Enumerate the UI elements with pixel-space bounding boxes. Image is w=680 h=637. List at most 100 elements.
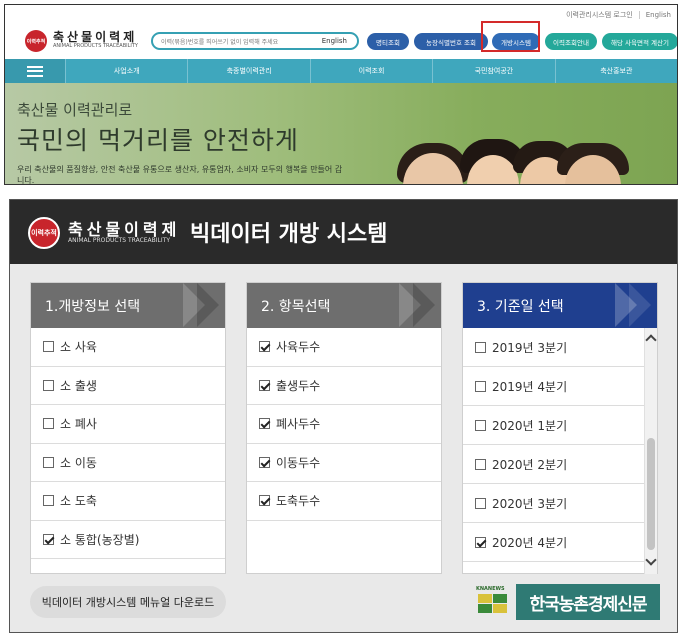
quick-button-1[interactable]: 명티조회 [367,33,409,50]
search-placeholder: 이력(묶음)번호를 띄어쓰기 없이 입력해 주세요 [161,38,279,46]
area-calculator-button[interactable]: 해당 사육면적 계산기 [602,33,677,50]
checkbox-option[interactable]: 2020년 3분기 [463,484,645,523]
checkbox-option[interactable]: 2019년 4분기 [463,367,645,406]
hero-description: 우리 축산물의 품질향상, 안전 축산물 유통으로 생산자, 유통업자, 소비자… [17,165,343,185]
logo-badge-text: 이력추적 [26,38,46,45]
checkbox-checked[interactable] [43,533,54,545]
scrollbar-thumb[interactable] [647,438,655,550]
panel-header: 1.개방정보 선택 [31,283,225,328]
checkbox-unchecked[interactable] [475,380,486,392]
divider [638,11,640,19]
checkbox-label: 2019년 4분기 [492,379,568,394]
highlight-box [481,21,540,52]
panel-title: 2. 항목선택 [261,298,331,315]
checkbox-label: 2019년 3분기 [492,340,568,355]
panel-date-select: 3. 기준일 선택 2019년 3분기 2019년 4분기 2020년 1분기 202… [462,282,658,574]
checkbox-unchecked[interactable] [43,341,54,353]
panel-title: 3. 기준일 선택 [477,298,564,315]
site-header: 이력추적 축산물이력제 ANIMAL PRODUCTS TRACEABILITY… [5,23,677,59]
checkbox-checked[interactable] [259,456,270,468]
checkbox-unchecked[interactable] [475,458,486,470]
checkbox-unchecked[interactable] [43,379,54,391]
checkbox-option[interactable]: 폐사두수 [247,405,441,444]
checkbox-option[interactable]: 2019년 3분기 [463,328,645,367]
farm-id-lookup-button[interactable]: 농장식별번호 조회 [414,33,488,50]
checkbox-unchecked[interactable] [475,419,486,431]
manual-download-button[interactable]: 빅데이터 개방시스템 메뉴얼 다운로드 [30,586,226,618]
checkbox-option[interactable]: 도축두수 [247,482,441,521]
utility-links: 이력관리시스템 로그인 English [566,10,671,20]
checkbox-option[interactable]: 소 폐사 [31,405,225,444]
panel-title: 1.개방정보 선택 [45,298,141,315]
chevron-right-icon [197,283,219,327]
nav-item-about[interactable]: 사업소개 [65,59,187,83]
checkbox-option[interactable]: 소 통합(농장별) [31,521,225,559]
checkbox-unchecked[interactable] [43,456,54,468]
main-site-screenshot: 이력관리시스템 로그인 English 이력추적 축산물이력제 ANIMAL P… [4,4,678,185]
search-language-toggle[interactable]: English [322,37,347,45]
nav-item-participation[interactable]: 국민참여공간 [432,59,554,83]
chevron-up-icon[interactable] [645,334,657,346]
checkbox-option[interactable]: 사육두수 [247,328,441,367]
hero-heading: 국민의 먹거리를 안전하게 [17,126,299,155]
hero-heading-small: 축산물 이력관리로 [17,101,133,119]
checkbox-option[interactable]: 소 도축 [31,482,225,521]
option-list[interactable]: 2019년 3분기 2019년 4분기 2020년 1분기 2020년 2분기 2020… [463,328,645,574]
chevron-right-icon [413,283,435,327]
login-link[interactable]: 이력관리시스템 로그인 [566,10,633,20]
checkbox-option[interactable]: 소 사육 [31,328,225,367]
nav-item-species[interactable]: 축종별이력관리 [187,59,309,83]
watermark-sub: KNANEWS [476,586,505,592]
checkbox-checked[interactable] [259,341,270,353]
logo-badge-text: 이력추적 [31,229,57,237]
checkbox-option[interactable]: 이동두수 [247,444,441,482]
logo-badge[interactable]: 이력추적 [28,217,60,249]
checkbox-label: 소 사육 [60,340,97,355]
checkbox-label: 도축두수 [276,494,321,509]
option-list: 소 사육소 출생소 폐사 소 이동소 도축소 통합(농장별) [31,328,225,559]
logo-subtitle: ANIMAL PRODUCTS TRACEABILITY [68,237,170,244]
checkbox-label: 소 출생 [60,378,97,393]
checkbox-checked[interactable] [475,536,486,548]
checkbox-label: 출생두수 [276,378,321,393]
option-list: 사육두수출생두수폐사두수이동두수도축두수 [247,328,441,521]
checkbox-option[interactable]: 소 출생 [31,367,225,405]
checkbox-unchecked[interactable] [43,495,54,507]
english-link[interactable]: English [646,11,671,19]
nav-item-promotion[interactable]: 축산홍보관 [554,59,677,83]
checkbox-option[interactable]: 소 이동 [31,444,225,482]
checkbox-label: 소 통합(농장별) [60,532,140,547]
checkbox-label: 사육두수 [276,340,321,355]
trace-guide-button[interactable]: 이력조회안내 [545,33,597,50]
checkbox-unchecked[interactable] [43,418,54,430]
search-input[interactable]: 이력(묶음)번호를 띄어쓰기 없이 입력해 주세요 English [151,32,359,50]
checkbox-label: 이동두수 [276,455,321,470]
panel-header: 2. 항목선택 [247,283,441,328]
checkbox-checked[interactable] [259,418,270,430]
nav-item-trace[interactable]: 이력조회 [309,59,432,83]
panel-open-info: 1.개방정보 선택 소 사육소 출생소 폐사 소 이동소 도축소 통합(농장별) [30,282,226,574]
checkbox-option[interactable]: 출생두수 [247,367,441,405]
checkbox-unchecked[interactable] [475,341,486,353]
scrollbar[interactable] [644,328,657,574]
chevron-right-icon [629,283,651,327]
checkbox-label: 2020년 4분기 [492,535,568,550]
chevron-down-icon[interactable] [645,554,657,566]
bigdata-header: 이력추적 축산물이력제 ANIMAL PRODUCTS TRACEABILITY… [10,200,677,264]
hamburger-menu-icon[interactable] [5,59,65,83]
checkbox-checked[interactable] [259,495,270,507]
hero-banner: 축산물 이력관리로 국민의 먹거리를 안전하게 우리 축산물의 품질향상, 안전… [5,83,677,185]
logo-badge[interactable]: 이력추적 [25,30,47,52]
checkbox-label: 소 도축 [60,494,97,509]
checkbox-label: 2020년 1분기 [492,418,568,433]
panel-item-select: 2. 항목선택 사육두수출생두수폐사두수이동두수도축두수 [246,282,442,574]
checkbox-checked[interactable] [259,379,270,391]
page-title: 빅데이터 개방 시스템 [190,222,388,247]
newspaper-logo-icon [478,594,508,614]
checkbox-option[interactable]: 2020년 2분기 [463,445,645,484]
checkbox-option[interactable]: 2020년 4분기 [463,523,645,562]
bigdata-system-screenshot: 이력추적 축산물이력제 ANIMAL PRODUCTS TRACEABILITY… [9,199,678,633]
checkbox-unchecked[interactable] [475,497,486,509]
checkbox-label: 2020년 3분기 [492,496,568,511]
checkbox-option[interactable]: 2020년 1분기 [463,406,645,445]
